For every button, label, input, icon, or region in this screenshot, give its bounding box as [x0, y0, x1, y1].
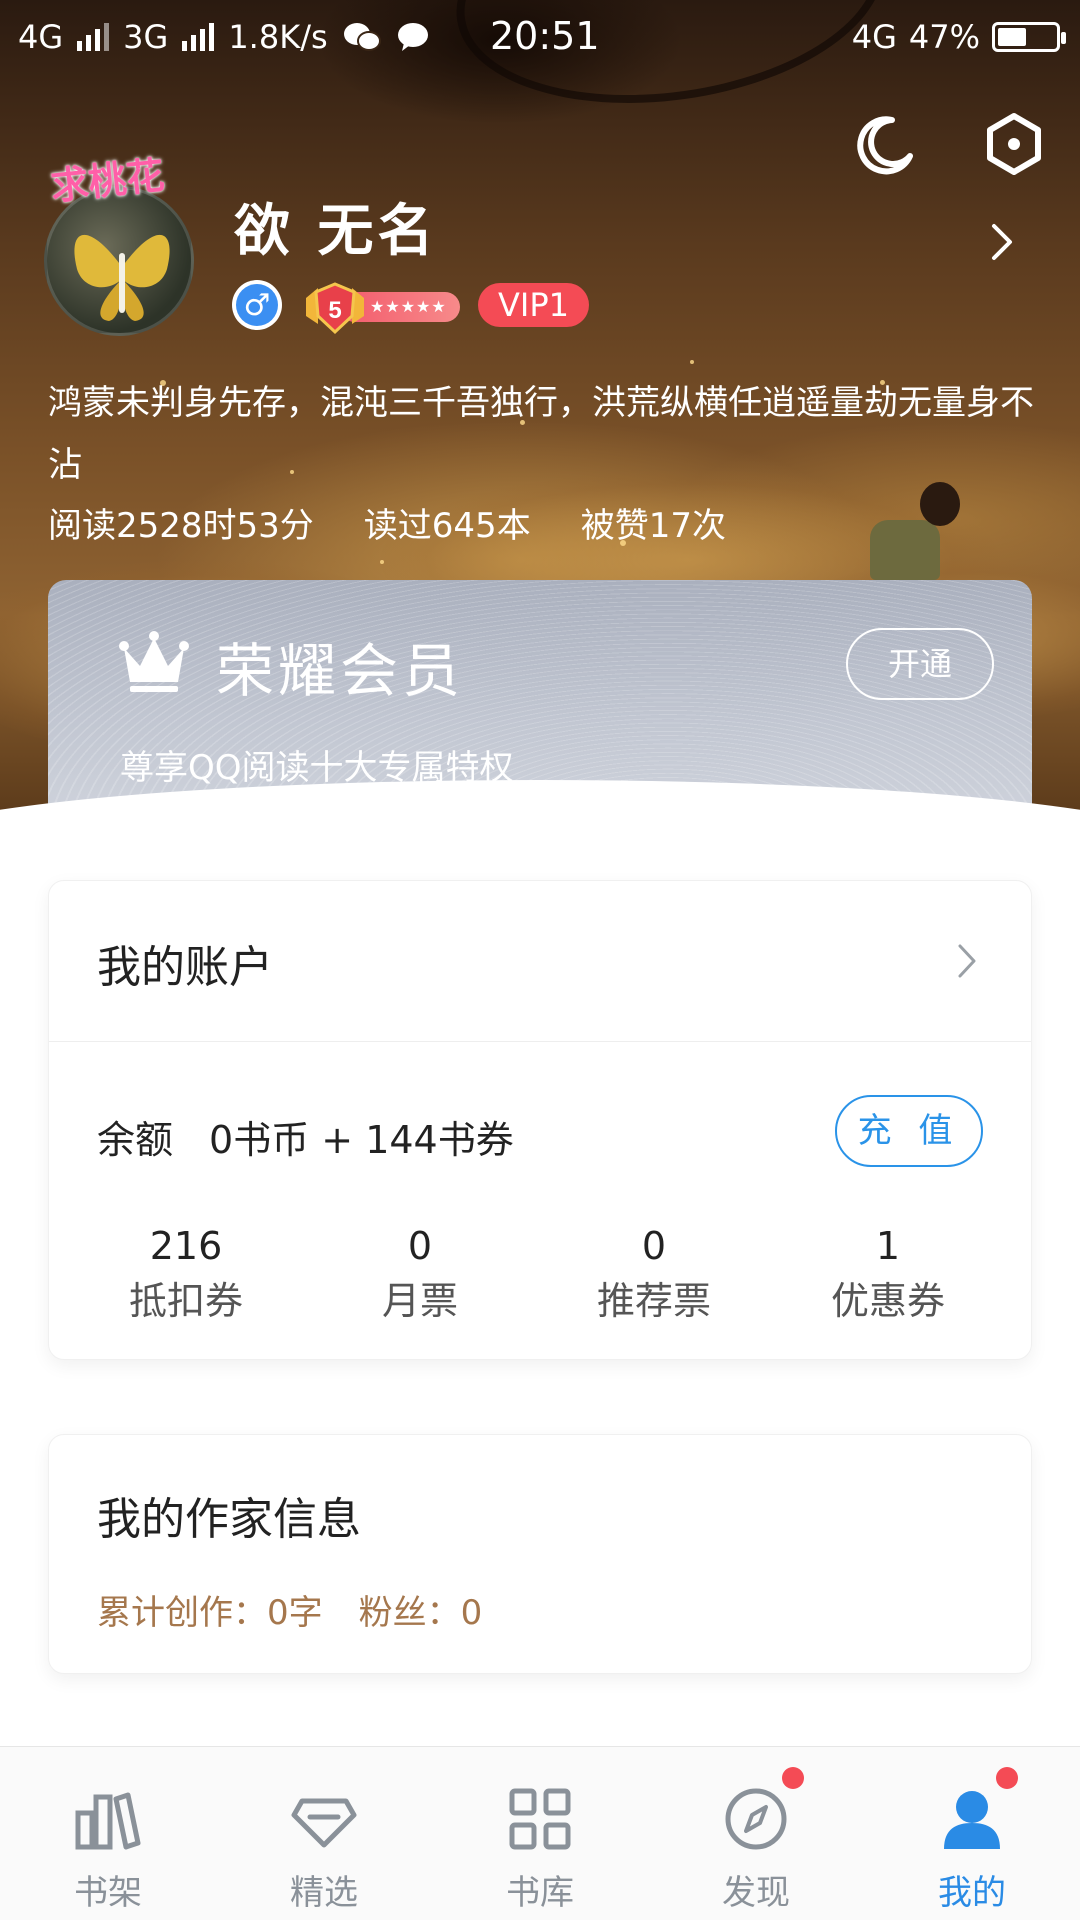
counter-value: 0	[641, 1224, 667, 1268]
nav-label: 书架	[74, 1873, 142, 1913]
grid-icon	[509, 1788, 571, 1850]
account-title[interactable]: 我的账户	[97, 931, 273, 995]
activate-vip-button[interactable]: 开通	[846, 628, 994, 700]
message-icon	[397, 23, 428, 51]
nav-featured[interactable]: 精选	[216, 1747, 432, 1921]
nav-label: 我的	[938, 1873, 1006, 1913]
username[interactable]: 欲 无名	[234, 186, 438, 267]
likes-count: 被赞17次	[580, 506, 726, 546]
divider	[49, 1041, 1031, 1042]
balance-value: 0书币 + 144书券	[209, 1118, 514, 1162]
profile-badges: ♂ ★★★★★ 5 VIP1	[232, 280, 589, 335]
sparkle	[690, 360, 694, 364]
counter-value: 0	[407, 1224, 433, 1268]
chevron-right-icon[interactable]	[957, 943, 977, 979]
vip-card-title: 荣耀会员	[216, 637, 465, 705]
sitting-figure	[870, 520, 940, 580]
wechat-icon	[343, 23, 381, 51]
clock: 20:51	[490, 14, 600, 58]
chevron-right-icon[interactable]	[990, 222, 1014, 262]
gender-male-icon: ♂	[232, 280, 282, 330]
counter-deduction-coupons[interactable]: 216 抵扣券	[69, 1221, 303, 1331]
counter-discount-coupons[interactable]: 1 优惠券	[771, 1221, 1005, 1331]
level-number: 5	[328, 297, 341, 324]
counter-value: 1	[875, 1224, 901, 1268]
user-icon	[944, 1791, 1000, 1849]
counter-label: 推荐票	[596, 1279, 711, 1323]
butterfly-icon	[74, 234, 170, 321]
author-info-card[interactable]: 我的作家信息 累计创作：0字 粉丝：0	[48, 1434, 1032, 1674]
crown-icon	[119, 631, 189, 692]
nav-label: 精选	[290, 1873, 358, 1913]
recharge-button[interactable]: 充 值	[835, 1095, 983, 1167]
counter-label: 优惠券	[830, 1279, 945, 1323]
author-meta: 累计创作：0字 粉丝：0	[97, 1585, 482, 1634]
nav-label: 发现	[722, 1873, 790, 1913]
battery-percent: 47%	[908, 18, 980, 56]
network-type: 4G	[18, 18, 64, 56]
total-works: 累计创作：0字	[97, 1593, 323, 1633]
notification-dot	[782, 1767, 804, 1789]
bottom-navigation: 书架 精选 书库 发现 我的	[0, 1746, 1080, 1920]
network-type: 3G	[123, 18, 169, 56]
notification-dot	[996, 1767, 1018, 1789]
profile-motto: 鸿蒙未判身先存，混沌三千吾独行，洪荒纵横任逍遥量劫无量身不沾	[48, 383, 1034, 485]
bookshelf-icon	[75, 1792, 141, 1850]
night-mode-moon-icon[interactable]	[852, 112, 916, 176]
sparkle	[380, 560, 384, 564]
battery-icon	[992, 22, 1066, 52]
nav-label: 书库	[506, 1873, 574, 1913]
reading-time: 阅读2528时53分	[48, 506, 314, 546]
network-speed: 1.8K/s	[228, 18, 328, 56]
signal-icon	[182, 23, 215, 51]
nav-me[interactable]: 我的	[864, 1747, 1080, 1921]
balance-label: 余额	[97, 1118, 174, 1162]
counter-monthly-tickets[interactable]: 0 月票	[303, 1221, 537, 1331]
nav-library[interactable]: 书库	[432, 1747, 648, 1921]
nav-discover[interactable]: 发现	[648, 1747, 864, 1921]
my-account-card: 我的账户 余额 0书币 + 144书券 充 值 216 抵扣券 0 月票 0 推…	[48, 880, 1032, 1360]
fans-count: 粉丝：0	[358, 1593, 483, 1633]
counter-value: 216	[149, 1224, 223, 1268]
level-badge[interactable]: ★★★★★ 5	[300, 280, 460, 335]
author-title: 我的作家信息	[97, 1494, 361, 1545]
avatar-decoration: 求桃花	[48, 152, 167, 209]
counter-label: 月票	[381, 1279, 458, 1323]
balance-row: 余额 0书币 + 144书券	[97, 1109, 514, 1164]
compass-icon	[725, 1788, 787, 1850]
profile-header: 4G 3G 1.8K/s 20:51 4G 47% 求桃花 欲 无名 ♂ ★★★…	[0, 0, 1080, 820]
level-shield-icon: 5	[306, 282, 364, 335]
settings-hexagon-icon[interactable]	[982, 112, 1046, 176]
nav-bookshelf[interactable]: 书架	[0, 1747, 216, 1921]
status-bar: 4G 3G 1.8K/s 20:51 4G 47%	[0, 0, 1080, 76]
counter-label: 抵扣券	[128, 1279, 243, 1323]
reading-stats: 阅读2528时53分 读过645本 被赞17次	[48, 498, 726, 547]
vip-badge[interactable]: VIP1	[478, 283, 589, 327]
signal-icon	[77, 23, 110, 51]
network-type: 4G	[851, 18, 897, 56]
counter-recommend-tickets[interactable]: 0 推荐票	[537, 1221, 771, 1331]
books-read: 读过645本	[363, 506, 531, 546]
account-counters: 216 抵扣券 0 月票 0 推荐票 1 优惠券	[49, 1221, 1033, 1331]
diamond-icon	[291, 1798, 357, 1848]
